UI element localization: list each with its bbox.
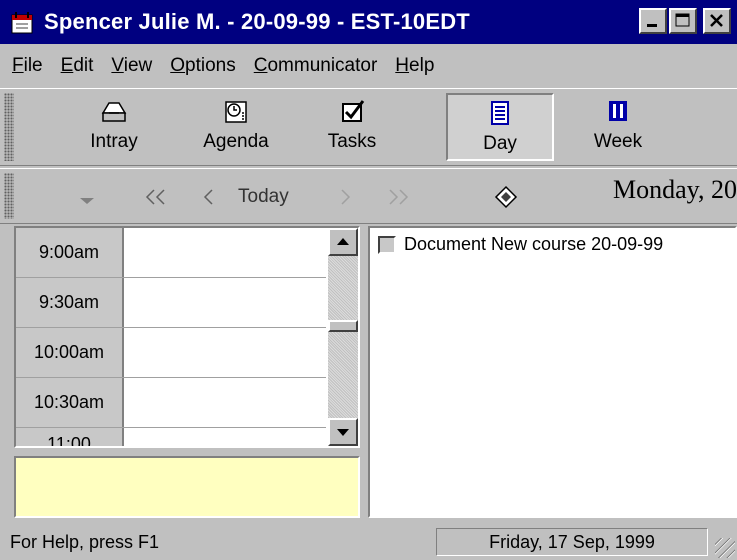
window-controls [639,8,731,34]
time-slot[interactable] [124,328,326,377]
intray-icon [101,102,127,122]
day-view-icon [491,101,509,125]
right-arrow-icon [341,189,351,205]
day-schedule: 9:00am 9:30am 10:00am 10:30am 11:00 [14,226,360,448]
double-right-arrow-icon [389,189,409,205]
day-button[interactable]: Day [446,93,554,161]
time-slot[interactable] [124,428,326,446]
maximize-button[interactable] [669,8,697,34]
left-arrow-icon [203,189,213,205]
notes-area[interactable] [14,456,360,518]
calendar-app-icon [10,9,36,35]
down-arrow-icon [337,429,349,436]
window-title: Spencer Julie M. - 20-09-99 - EST-10EDT [44,9,470,34]
time-label: 11:00 [16,428,124,446]
scroll-up-button[interactable] [328,228,358,256]
current-date-header: Monday, 20 [613,175,737,204]
menu-communicator[interactable]: Communicator [254,55,378,77]
time-slot[interactable] [124,278,326,327]
close-button[interactable] [703,8,731,34]
task-label: Document New course 20-09-99 [404,234,664,254]
agenda-button[interactable]: Agenda [186,93,286,161]
time-slot[interactable] [124,228,326,277]
dropdown-button[interactable] [76,177,98,217]
scroll-down-button[interactable] [328,418,358,446]
time-label: 10:00am [16,328,124,377]
task-list: Document New course 20-09-99 [368,226,737,518]
next-day-button[interactable] [336,177,356,217]
tasks-icon [342,100,365,122]
intray-button[interactable]: Intray [64,93,164,161]
menu-edit[interactable]: Edit [61,55,94,77]
previous-day-button[interactable] [198,177,218,217]
view-toolbar: Intray Agenda Tasks Day Week [0,88,737,166]
time-row: 10:00am [16,328,326,378]
goto-date-icon [494,185,518,209]
status-bar: For Help, press F1 Friday, 17 Sep, 1999 [0,524,737,560]
time-label: 10:30am [16,378,124,427]
navigation-toolbar: Today Monday, 20 [0,168,737,224]
close-icon [710,14,723,27]
up-arrow-icon [337,238,349,245]
time-slot[interactable] [124,378,326,427]
intray-label: Intray [90,131,138,152]
minimize-button[interactable] [639,8,667,34]
toolbar-grip[interactable] [4,93,14,161]
resize-grip[interactable] [715,538,735,558]
go-to-date-button[interactable] [494,177,518,217]
menu-file[interactable]: File [12,55,43,77]
week-button[interactable]: Week [568,93,668,161]
menu-view[interactable]: View [111,55,152,77]
today-button[interactable]: Today [238,177,289,217]
tasks-label: Tasks [327,131,377,152]
agenda-label: Agenda [203,131,269,152]
menu-bar: File Edit View Options Communicator Help [0,46,737,86]
status-date: Friday, 17 Sep, 1999 [489,531,655,552]
time-row: 9:30am [16,278,326,328]
agenda-icon [225,101,247,123]
day-label: Day [483,133,517,154]
time-label: 9:30am [16,278,124,327]
time-row: 10:30am [16,378,326,428]
status-help-text: For Help, press F1 [10,532,160,552]
task-item[interactable]: Document New course 20-09-99 [378,234,663,255]
time-row: 9:00am [16,228,326,278]
week-label: Week [593,131,643,152]
menu-help[interactable]: Help [395,55,434,77]
task-checkbox[interactable] [378,235,396,254]
tasks-button[interactable]: Tasks [302,93,402,161]
week-view-icon [609,101,627,121]
today-label: Today [238,186,289,207]
time-row: 11:00 [16,428,326,446]
menu-options[interactable]: Options [170,55,235,77]
toolbar-grip[interactable] [4,173,14,219]
maximize-icon [675,13,690,27]
title-bar[interactable]: Spencer Julie M. - 20-09-99 - EST-10EDT [0,0,737,44]
chevron-down-icon [80,198,94,204]
schedule-scrollbar[interactable] [328,228,358,446]
minimize-icon [647,24,657,27]
calendar-window: Spencer Julie M. - 20-09-99 - EST-10EDT [0,0,737,560]
double-left-arrow-icon [145,189,165,205]
time-label: 9:00am [16,228,124,277]
status-date-panel: Friday, 17 Sep, 1999 [436,528,708,556]
previous-week-button[interactable] [142,177,172,217]
next-week-button[interactable] [382,177,412,217]
scroll-thumb[interactable] [328,320,358,332]
